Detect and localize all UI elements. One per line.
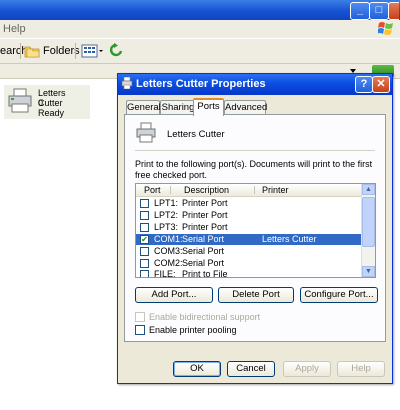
port-row-lpt2[interactable]: LPT2: Printer Port: [136, 210, 362, 221]
tab-general[interactable]: General: [126, 100, 161, 114]
dialog-title-bar[interactable]: Letters Cutter Properties ? ✕: [118, 74, 392, 95]
help-button[interactable]: Help: [337, 361, 385, 377]
printer-status: Ready: [38, 108, 65, 118]
configure-port-button[interactable]: Configure Port...: [300, 287, 378, 303]
port-list[interactable]: Port Description Printer LPT1: Printer P…: [135, 183, 376, 278]
toolbar-separator: [75, 43, 76, 59]
views-icon[interactable]: [81, 44, 105, 58]
bidirectional-label: Enable bidirectional support: [149, 312, 261, 322]
maximize-button[interactable]: □: [369, 2, 389, 20]
port-description: Printer Port: [182, 210, 228, 220]
pooling-checkbox[interactable]: [135, 325, 145, 335]
dialog-title: Letters Cutter Properties: [136, 78, 266, 90]
add-port-button[interactable]: Add Port...: [135, 287, 213, 303]
tab-sharing[interactable]: Sharing: [160, 100, 196, 114]
explorer-toolbar: earch Folders: [0, 39, 400, 64]
sync-icon[interactable]: [109, 43, 123, 59]
tab-ports[interactable]: Ports: [193, 98, 224, 116]
printer-jobs: 0: [38, 98, 44, 108]
scroll-up-icon[interactable]: ▲: [362, 184, 375, 195]
port-list-scrollbar[interactable]: ▲ ▼: [361, 184, 375, 277]
printer-name: Letters Cutter: [38, 88, 66, 108]
port-description: Print to File: [182, 269, 228, 278]
port-checkbox[interactable]: [140, 270, 149, 277]
cancel-button[interactable]: Cancel: [227, 361, 275, 377]
port-name: COM2:: [154, 258, 183, 268]
printer-item-letters-cutter[interactable]: Letters Cutter 0 Ready: [4, 85, 90, 119]
explorer-menu-bar: Help: [0, 20, 400, 39]
minimize-button[interactable]: _: [350, 2, 370, 20]
port-checkbox[interactable]: [140, 211, 149, 220]
printer-title-icon: [121, 77, 133, 89]
port-row-lpt3[interactable]: LPT3: Printer Port: [136, 222, 362, 233]
port-name: COM3:: [154, 246, 183, 256]
port-checkbox[interactable]: [140, 259, 149, 268]
ports-tab-panel: Letters Cutter Print to the following po…: [124, 114, 386, 342]
printer-icon: [8, 88, 32, 113]
dialog-printer-name: Letters Cutter: [167, 129, 225, 140]
windows-logo-icon: [378, 22, 393, 35]
scroll-down-icon[interactable]: ▼: [362, 266, 375, 277]
printer-icon: [136, 122, 156, 143]
port-row-com1[interactable]: ✔ COM1: Serial Port Letters Cutter: [136, 234, 362, 245]
port-checkbox[interactable]: [140, 199, 149, 208]
port-checkbox[interactable]: [140, 223, 149, 232]
port-name: LPT2:: [154, 210, 179, 220]
port-description: Serial Port: [182, 246, 225, 256]
bidirectional-checkbox: [135, 312, 145, 322]
scrollbar-thumb[interactable]: [362, 197, 375, 247]
title-help-button[interactable]: ?: [355, 76, 373, 93]
toolbar-separator: [20, 43, 21, 59]
menu-help[interactable]: Help: [3, 23, 26, 35]
port-printer: Letters Cutter: [262, 234, 317, 244]
explorer-title-bar: _ □: [0, 0, 400, 20]
apply-button[interactable]: Apply: [283, 361, 331, 377]
printer-properties-dialog: Letters Cutter Properties ? ✕ General Sh…: [117, 73, 393, 384]
port-row-com3[interactable]: COM3: Serial Port: [136, 246, 362, 257]
port-row-lpt1[interactable]: LPT1: Printer Port: [136, 198, 362, 209]
tab-advanced[interactable]: Advanced: [224, 100, 267, 114]
divider: [135, 150, 375, 151]
port-description: Printer Port: [182, 198, 228, 208]
port-checkbox-checked[interactable]: ✔: [140, 235, 149, 244]
port-description: Serial Port: [182, 258, 225, 268]
port-description: Printer Port: [182, 222, 228, 232]
port-name: LPT3:: [154, 222, 179, 232]
explorer-close-button[interactable]: [388, 2, 399, 20]
port-row-com2[interactable]: COM2: Serial Port: [136, 258, 362, 269]
port-checkbox[interactable]: [140, 247, 149, 256]
port-list-header: Port Description Printer: [136, 184, 362, 197]
delete-port-button[interactable]: Delete Port: [218, 287, 294, 303]
column-header-port[interactable]: Port: [144, 184, 161, 196]
pooling-label[interactable]: Enable printer pooling: [149, 325, 237, 335]
column-header-printer[interactable]: Printer: [262, 184, 289, 196]
port-name: COM1:: [154, 234, 183, 244]
port-name: FILE:: [154, 269, 176, 278]
ok-button[interactable]: OK: [173, 361, 221, 377]
title-close-button[interactable]: ✕: [372, 76, 390, 93]
port-row-file[interactable]: FILE: Print to File: [136, 269, 362, 278]
folders-icon[interactable]: [24, 43, 40, 59]
column-header-description[interactable]: Description: [184, 184, 229, 196]
port-instructions: Print to the following port(s). Document…: [135, 159, 373, 180]
port-name: LPT1:: [154, 198, 179, 208]
column-separator: [170, 186, 171, 194]
port-description: Serial Port: [182, 234, 225, 244]
column-separator: [254, 186, 255, 194]
